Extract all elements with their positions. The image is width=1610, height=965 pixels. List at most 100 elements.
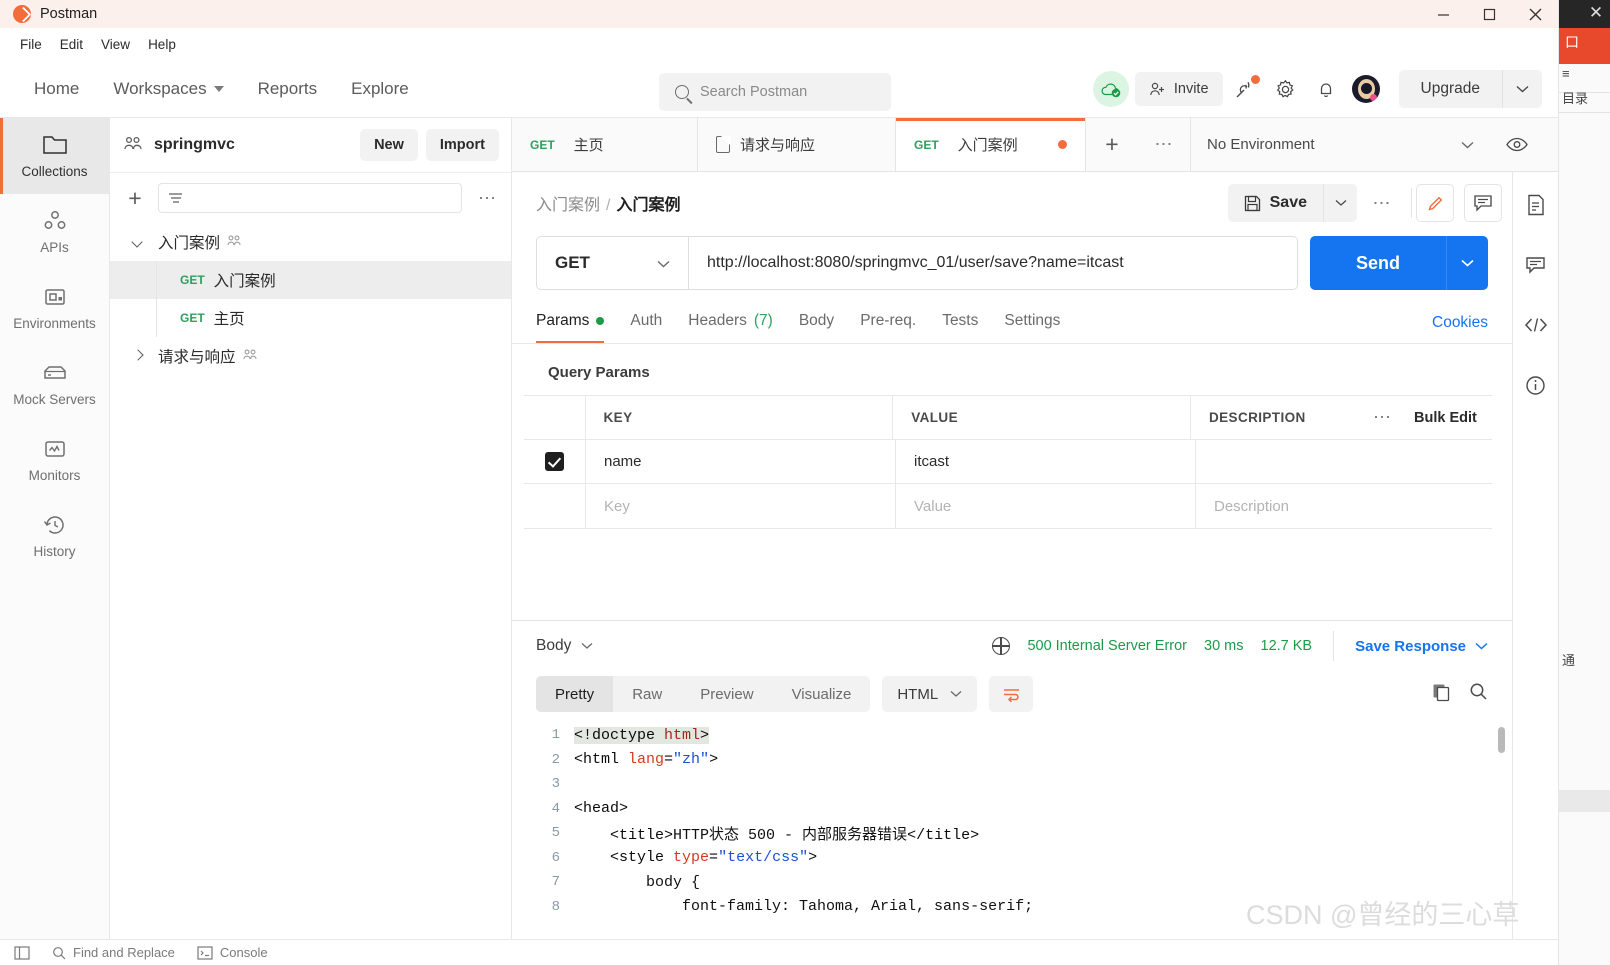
tab-tests[interactable]: Tests [942,312,978,343]
tab-visualize[interactable]: Visualize [773,676,871,712]
sidebar-item-mock-servers[interactable]: Mock Servers [0,346,109,422]
tab-settings[interactable]: Settings [1004,312,1060,343]
documentation-icon[interactable] [1521,190,1551,220]
environment-selector[interactable]: No Environment [1190,118,1490,171]
save-dropdown-button[interactable] [1323,184,1357,222]
menu-edit[interactable]: Edit [51,34,92,55]
new-button[interactable]: New [360,129,418,161]
save-button[interactable]: Save [1227,184,1323,222]
satellite-icon[interactable] [1229,72,1263,106]
code-token: html [664,726,701,744]
row-value-placeholder[interactable]: Value [896,484,1196,528]
divider [1333,631,1335,661]
new-collection-button[interactable]: + [122,185,148,212]
send-button[interactable]: Send [1310,236,1446,290]
avatar[interactable] [1349,72,1383,106]
chevron-down-icon [950,691,962,697]
tree-request-zhuye[interactable]: GET 主页 [110,299,511,337]
tab-body[interactable]: Body [799,312,834,343]
tab-raw[interactable]: Raw [613,676,681,712]
request-more-options-button[interactable]: ⋯ [1357,193,1407,214]
search-input[interactable]: Search Postman [659,73,891,111]
sidebar-item-history[interactable]: History [0,498,109,574]
tab-zhuye[interactable]: GET 主页 [512,118,698,171]
breadcrumb-parent[interactable]: 入门案例 [536,197,600,214]
url-input[interactable]: http://localhost:8080/springmvc_01/user/… [688,236,1298,290]
window-titlebar: Postman [0,0,1558,28]
wrap-lines-button[interactable] [989,676,1034,712]
row-key[interactable]: name [586,440,896,483]
info-icon[interactable] [1521,370,1551,400]
row-checkbox[interactable] [545,452,564,471]
import-button[interactable]: Import [425,129,499,161]
find-and-replace-button[interactable]: Find and Replace [52,945,175,960]
response-scrollbar[interactable] [1498,727,1505,753]
comments-button[interactable] [1464,184,1502,222]
window-maximize-button[interactable] [1466,0,1512,28]
tab-prerequest[interactable]: Pre-req. [860,312,916,343]
sidebar-item-apis[interactable]: APIs [0,194,109,270]
tree-request-rumen[interactable]: GET 入门案例 [110,261,511,299]
row-value[interactable]: itcast [896,440,1196,483]
shared-people-icon [242,349,258,363]
collections-filter-input[interactable] [158,183,462,213]
nav-explore[interactable]: Explore [335,72,425,106]
cookies-link[interactable]: Cookies [1432,314,1488,343]
tab-auth[interactable]: Auth [630,312,662,343]
save-response-button[interactable]: Save Response [1355,638,1466,655]
console-button[interactable]: Console [197,945,268,960]
upgrade-dropdown-button[interactable] [1502,70,1542,108]
tab-pretty[interactable]: Pretty [536,676,614,712]
nav-home[interactable]: Home [18,72,95,106]
http-method-selector[interactable]: GET [536,236,688,290]
tab-headers[interactable]: Headers (7) [688,312,773,343]
sidebar-item-monitors[interactable]: Monitors [0,422,109,498]
table-row[interactable]: name itcast [524,440,1492,484]
window-minimize-button[interactable] [1420,0,1466,28]
code-token: <!doctype [574,726,665,744]
copy-button[interactable] [1431,682,1451,707]
sidebar-item-environments[interactable]: Environments [0,270,109,346]
edit-description-button[interactable] [1416,184,1454,222]
tab-qingqiu-yu-xiangying[interactable]: 请求与响应 [698,118,896,171]
tree-folder-rumen[interactable]: 入门案例 [110,223,511,261]
response-language-selector[interactable]: HTML [882,676,978,712]
search-response-button[interactable] [1469,682,1488,706]
params-more-options-button[interactable]: ⋯ [1367,407,1398,428]
sidebar-item-collections[interactable]: Collections [0,118,109,194]
send-dropdown-button[interactable] [1446,236,1488,290]
tab-params[interactable]: Params [536,312,605,343]
table-row-empty[interactable]: Key Value Description [524,484,1492,528]
code-icon[interactable] [1521,310,1551,340]
upgrade-button[interactable]: Upgrade [1398,70,1502,108]
row-key-placeholder[interactable]: Key [586,484,896,528]
menu-file[interactable]: File [11,34,51,55]
gear-icon[interactable] [1269,72,1303,106]
tree-folder-qingqiu[interactable]: 请求与响应 [110,337,511,375]
comment-icon[interactable] [1521,250,1551,280]
response-code-viewer[interactable]: 1 <!doctype html> 2 <html lang="zh"> 3 4 <head… [512,723,1512,949]
tab-rumen-anli[interactable]: GET 入门案例 [896,118,1086,171]
bulk-edit-button[interactable]: Bulk Edit [1414,410,1477,426]
environment-quick-look-button[interactable] [1490,118,1544,171]
row-description-placeholder[interactable]: Description [1196,484,1492,528]
nav-reports[interactable]: Reports [242,72,334,106]
invite-button[interactable]: Invite [1134,72,1223,106]
tab-preview[interactable]: Preview [681,676,772,712]
row-description[interactable] [1196,440,1492,483]
code-token: "text/css" [718,849,809,867]
sidebar-toggle-button[interactable] [14,945,30,960]
nav-workspaces[interactable]: Workspaces [97,72,239,106]
menu-view[interactable]: View [92,34,139,55]
menu-help[interactable]: Help [139,34,185,55]
response-body-selector[interactable]: Body [536,637,593,655]
window-close-button[interactable] [1512,0,1558,28]
code-token: font-family: Tahoma, Arial, sans-serif; [574,898,1034,916]
cloud-sync-icon[interactable] [1092,71,1129,107]
collections-more-options-button[interactable]: ⋯ [472,188,503,209]
tabs-more-options-button[interactable]: ⋯ [1138,118,1190,171]
search-icon [53,946,66,959]
tab-label: 请求与响应 [740,137,816,154]
new-tab-button[interactable]: + [1086,118,1138,171]
bell-icon[interactable] [1309,72,1343,106]
